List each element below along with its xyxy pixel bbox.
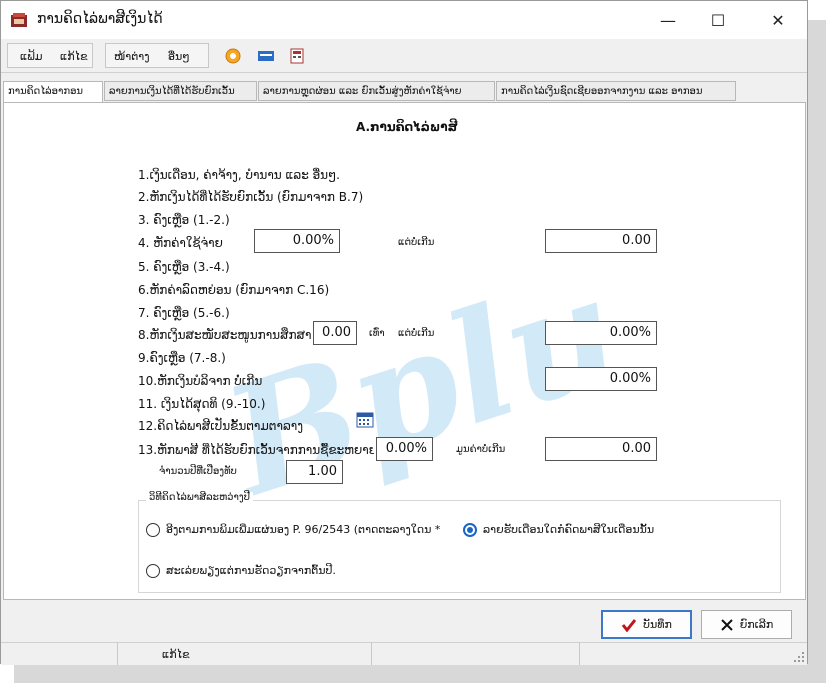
years-label: ຈໍານວນປີທີ່ເປືອງທັບ <box>159 466 237 477</box>
check-icon <box>621 618 637 632</box>
line-11-label: 11. ເງິນໄດ້ສຸດທິ (9.-10.) <box>138 397 266 411</box>
tab-strip: ການຄິດໄລ່ອາກອນ ລາຍການເງິນໄດ້ທີ່ໄດ້ຮັບຍົກ… <box>3 81 807 103</box>
method-monthly-label: ລາຍຮັບເດືອນໃດກໍຄົດພາສີໃນເດືອນນັ້ນ <box>483 523 655 536</box>
toolbar: ແຟ້ມ ແກ້ໄຂ ໜ້າຕ່າງ ອື່ນໆ <box>1 40 807 73</box>
education-max-field[interactable]: 0.00% <box>545 321 657 345</box>
cancel-button-label: ຍົກເລີກ <box>739 618 774 631</box>
cancel-button[interactable]: ຍົກເລີກ <box>701 610 792 639</box>
method-p96-radio[interactable] <box>146 523 160 537</box>
expense-max-field[interactable]: 0.00 <box>545 229 657 253</box>
status-cell-1 <box>1 643 118 665</box>
resize-grip-icon[interactable] <box>793 651 805 663</box>
investment-max-label: ມູນຄ່າບໍ່ເກີນ <box>456 444 506 455</box>
minimize-button[interactable]: — <box>645 1 691 39</box>
app-icon <box>11 13 27 27</box>
investment-percent-field[interactable]: 0.00% <box>376 437 433 461</box>
tab-tax-calculation[interactable]: ການຄິດໄລ່ອາກອນ <box>3 81 103 103</box>
section-heading: A.ການຄິດໄລ່ພາສີ <box>356 120 458 134</box>
help-icon[interactable] <box>224 48 242 64</box>
expense-percent-field[interactable]: 0.00% <box>254 229 340 253</box>
menu-group-2: ໜ້າຕ່າງ ອື່ນໆ <box>105 43 209 68</box>
education-times-label: ເທົ່າ <box>369 328 385 339</box>
menu-edit[interactable]: ແກ້ໄຂ <box>60 50 88 63</box>
status-mode: ແກ້ໄຂ <box>118 643 372 665</box>
tab-deductions[interactable]: ລາຍການຫຼຸດຜ່ອນ ແລະ ຍົກເວັ້ນສູ່ງຫັກຄ່າໃຊ້… <box>258 81 495 101</box>
status-cell-3 <box>372 643 580 665</box>
interim-method-title: ວິທີຄິດໄລ່ພາສີລະຫວ່າງປີ <box>146 492 253 503</box>
donation-percent-field[interactable]: 0.00% <box>545 367 657 391</box>
status-bar: ແກ້ໄຂ <box>1 642 807 665</box>
education-max-label: ແຕ່ບໍ່ເກີນ <box>398 328 435 339</box>
method-monthly-radio[interactable] <box>463 523 477 537</box>
save-button[interactable]: ບັນທຶກ <box>601 610 692 639</box>
maximize-button[interactable]: ☐ <box>695 1 741 39</box>
menu-file[interactable]: ແຟ້ມ <box>20 50 43 63</box>
menu-group-1: ແຟ້ມ ແກ້ໄຂ <box>7 43 93 68</box>
save-button-label: ບັນທຶກ <box>643 618 672 631</box>
method-average-label: ສະເລ່ຍພຽງແຕ່ການຮັດວຽກຈາກຕົ້ນປີ. <box>166 564 336 577</box>
tab-exempt-income[interactable]: ລາຍການເງິນໄດ້ທີ່ໄດ້ຮັບຍົກເວັ້ນ <box>104 81 257 101</box>
line-5-label: 5. ຄົງເຫຼືອ (3.-4.) <box>138 260 230 274</box>
line-1-label: 1.ເງິນເດືອນ, ຄ່າຈ້າງ, ບໍານານ ແລະ ອື່ນໆ. <box>138 168 340 182</box>
line-3-label: 3. ຄົງເຫຼືອ (1.-2.) <box>138 213 230 227</box>
interim-method-group <box>138 500 781 593</box>
method-p96-label: ອີງຕາມການພິມເພີ່ມແຜ່ນອງ P. 96/2543 (ຕາດຕ… <box>166 523 441 536</box>
education-times-field[interactable]: 0.00 <box>313 321 357 345</box>
calculator-icon[interactable] <box>288 48 306 64</box>
tab-severance[interactable]: ການຄິດໄລ່ເງິນຊົດເຊີຍອອກຈາກງານ ແລະ ອາກອນ <box>496 81 736 101</box>
tax-table-icon[interactable] <box>356 412 374 428</box>
investment-max-field[interactable]: 0.00 <box>545 437 657 461</box>
cross-icon <box>720 618 733 631</box>
card-icon[interactable] <box>257 48 275 64</box>
expense-max-label: ແຕ່ບໍ່ເກີນ <box>398 237 435 248</box>
line-12-label: 12.ຄິດໄລ່ພາສີເປັນຂັ້ນຕາມຕາລາງ <box>138 419 304 433</box>
line-2-label: 2.ຫັກເງິນໄດ້ທີ່ໄດ້ຮັບຍົກເວັ້ນ (ຍົກມາຈາກ … <box>138 190 364 204</box>
line-13-label: 13.ຫັກພາສີ ທີ່ໄດ້ຮັບຍົກເວັ້ນຈາກການຊື້ຂະຫ… <box>138 443 374 457</box>
line-4-label: 4. ຫັກຄ່າໃຊ້ຈ່າຍ <box>138 236 223 250</box>
line-10-label: 10.ຫັກເງິນບໍລິຈາກ ບໍ່ເກີນ <box>138 374 263 388</box>
app-window: ການຄິດໄລ່ພາສີເງິນໄດ້ — ☐ ✕ ແຟ້ມ ແກ້ໄຂ ໜ້… <box>0 0 808 665</box>
menu-other[interactable]: ອື່ນໆ <box>168 50 190 63</box>
line-6-label: 6.ຫັກຄ່າລົດຫຍ່ອນ (ຍົກມາຈາກ C.16) <box>138 283 330 297</box>
close-button[interactable]: ✕ <box>755 1 801 39</box>
title-bar: ການຄິດໄລ່ພາສີເງິນໄດ້ — ☐ ✕ <box>1 1 807 39</box>
years-field[interactable]: 1.00 <box>286 460 343 484</box>
window-title: ການຄິດໄລ່ພາສີເງິນໄດ້ <box>37 11 163 27</box>
menu-window[interactable]: ໜ້າຕ່າງ <box>114 50 150 63</box>
method-average-radio[interactable] <box>146 564 160 578</box>
line-7-label: 7. ຄົງເຫຼືອ (5.-6.) <box>138 306 230 320</box>
line-9-label: 9.ຄົງເຫຼືອ (7.-8.) <box>138 351 226 365</box>
line-8-label: 8.ຫັກເງິນສະໜັບສະໜູນການສຶກສາ <box>138 328 312 342</box>
